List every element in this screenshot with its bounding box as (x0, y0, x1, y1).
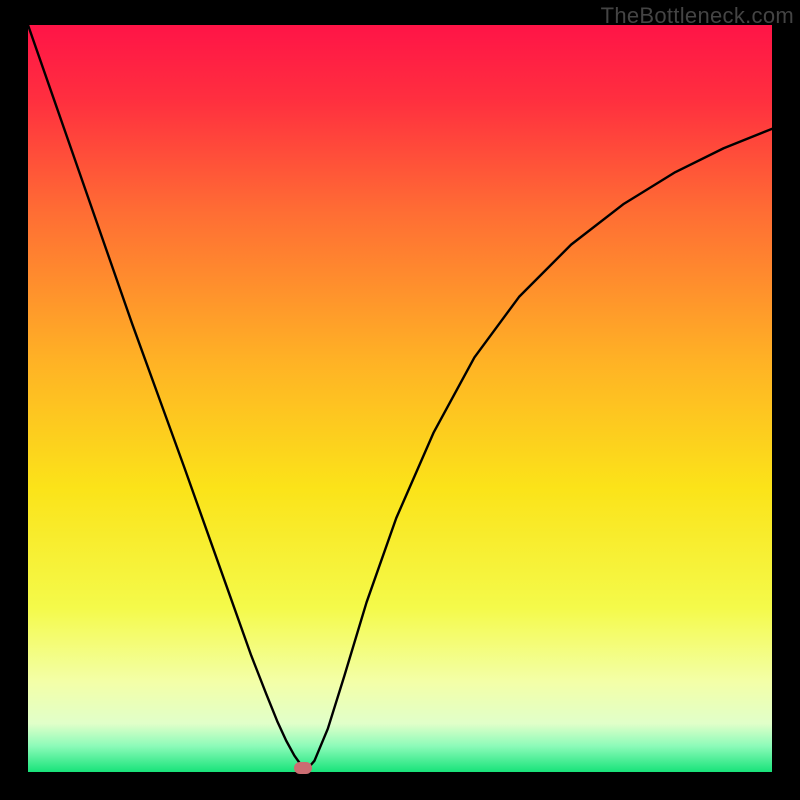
bottleneck-curve (28, 25, 772, 772)
plot-area (28, 25, 772, 772)
optimal-point-marker (294, 762, 312, 774)
watermark-label: TheBottleneck.com (601, 3, 794, 29)
